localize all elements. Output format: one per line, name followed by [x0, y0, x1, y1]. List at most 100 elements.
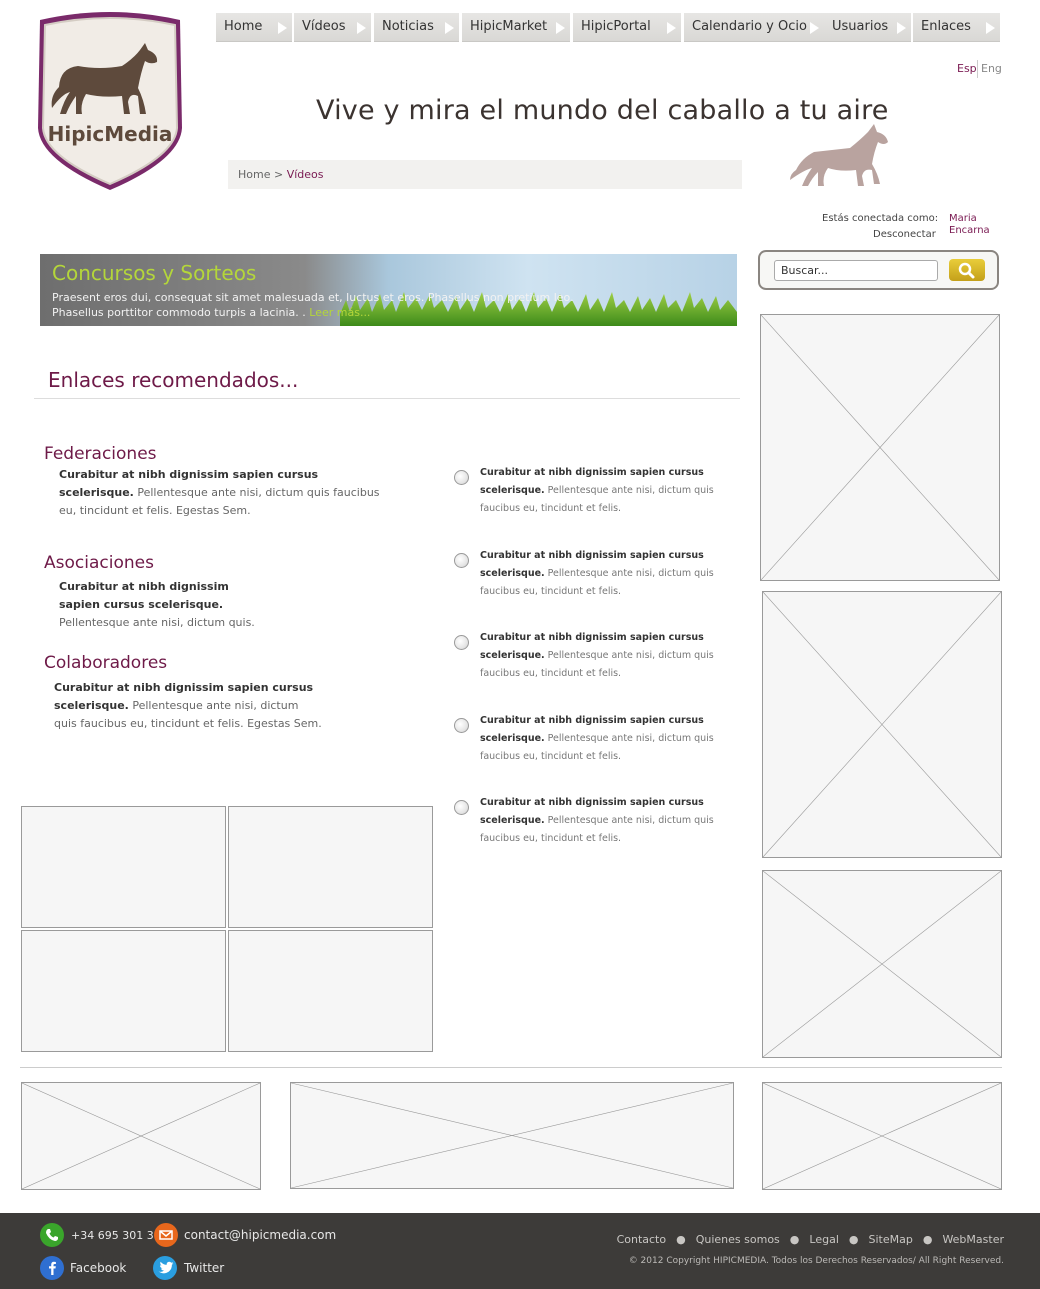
footer: +34 695 301 338 contact@hipicmedia.com F…	[0, 1213, 1040, 1289]
category-bold: Curabitur at nibh dignissim sapien cursu…	[59, 580, 229, 611]
category-text: Curabitur at nibh dignissim sapien cursu…	[59, 466, 389, 520]
list-item-text: Curabitur at nibh dignissim sapien cursu…	[480, 712, 730, 766]
lang-eng-link[interactable]: Eng	[981, 62, 1002, 75]
nav-label: Home	[224, 19, 263, 34]
promo-banner[interactable]: Concursos y Sorteos Praesent eros dui, c…	[40, 254, 737, 326]
nav-arrow-icon	[445, 22, 454, 34]
horse-icon	[790, 124, 888, 186]
radio-bullet-icon[interactable]	[454, 553, 469, 568]
nav-arrow-icon	[897, 22, 906, 34]
session-user[interactable]: Maria Encarna	[949, 213, 999, 237]
nav-item-enlaces[interactable]: Enlaces	[913, 13, 1000, 42]
sidebar-ad-placeholder[interactable]	[760, 314, 1000, 581]
breadcrumb: Home > Vídeos	[228, 160, 742, 189]
nav-label: HipicMarket	[470, 19, 548, 34]
phone-icon	[40, 1223, 64, 1247]
search-icon	[958, 262, 975, 279]
facebook-icon[interactable]	[40, 1256, 64, 1280]
radio-bullet-icon[interactable]	[454, 800, 469, 815]
nav-item-hipicportal[interactable]: HipicPortal	[573, 13, 681, 42]
radio-bullet-icon[interactable]	[454, 470, 469, 485]
gallery-thumbnail[interactable]	[21, 806, 226, 928]
gallery-thumbnail[interactable]	[21, 930, 226, 1052]
search-input[interactable]	[774, 260, 938, 281]
category-body: Pellentesque ante nisi, dictum quis.	[59, 616, 255, 629]
nav-label: Enlaces	[921, 19, 971, 34]
bullet-dot: ●	[922, 1233, 933, 1246]
nav-label: Usuarios	[832, 19, 889, 34]
bottom-banner-placeholder[interactable]	[290, 1082, 734, 1189]
footer-facebook[interactable]: Facebook	[70, 1261, 126, 1275]
banner-text: Praesent eros dui, consequat sit amet ma…	[52, 290, 612, 320]
image-placeholder-icon	[763, 871, 1001, 1057]
divider	[20, 1067, 1002, 1068]
bottom-banner-placeholder[interactable]	[21, 1082, 261, 1190]
nav-arrow-icon	[810, 22, 819, 34]
nav-item-usuarios[interactable]: Usuarios	[824, 13, 911, 42]
image-placeholder-icon	[763, 1083, 1001, 1189]
nav-item-calendario[interactable]: Calendario y Ocio	[684, 13, 824, 42]
logo-text: HipicMedia	[48, 122, 173, 146]
gallery-thumbnail[interactable]	[228, 930, 433, 1052]
nav-arrow-icon	[986, 22, 995, 34]
divider	[34, 398, 740, 399]
sidebar-ad-placeholder[interactable]	[762, 591, 1002, 858]
radio-bullet-icon[interactable]	[454, 718, 469, 733]
nav-item-videos[interactable]: Vídeos	[294, 13, 371, 42]
footer-link-sitemap[interactable]: SiteMap	[868, 1233, 912, 1246]
footer-email[interactable]: contact@hipicmedia.com	[184, 1228, 336, 1242]
nav-label: Calendario y Ocio	[692, 19, 807, 34]
category-title-asociaciones[interactable]: Asociaciones	[44, 553, 154, 573]
list-item-text: Curabitur at nibh dignissim sapien cursu…	[480, 794, 730, 848]
nav-item-noticias[interactable]: Noticias	[374, 13, 459, 42]
nav-arrow-icon	[556, 22, 565, 34]
list-item[interactable]: Curabitur at nibh dignissim sapien cursu…	[454, 797, 734, 858]
footer-link-contacto[interactable]: Contacto	[617, 1233, 667, 1246]
footer-link-quienes-somos[interactable]: Quienes somos	[696, 1233, 780, 1246]
image-placeholder-icon	[291, 1083, 733, 1188]
search-box	[758, 250, 999, 290]
list-item[interactable]: Curabitur at nibh dignissim sapien cursu…	[454, 715, 734, 776]
session-label: Estás conectada como:	[822, 213, 939, 224]
logo[interactable]: HipicMedia	[30, 10, 190, 194]
category-text: Curabitur at nibh dignissim sapien cursu…	[54, 679, 324, 733]
footer-link-webmaster[interactable]: WebMaster	[942, 1233, 1004, 1246]
image-placeholder-icon	[763, 592, 1001, 857]
category-title-colaboradores[interactable]: Colaboradores	[44, 653, 167, 673]
breadcrumb-separator: >	[270, 168, 287, 181]
breadcrumb-current: Vídeos	[286, 168, 324, 181]
category-text: Curabitur at nibh dignissim sapien cursu…	[59, 578, 264, 632]
footer-link-legal[interactable]: Legal	[809, 1233, 838, 1246]
list-item[interactable]: Curabitur at nibh dignissim sapien cursu…	[454, 550, 734, 611]
list-item[interactable]: Curabitur at nibh dignissim sapien cursu…	[454, 467, 734, 528]
list-item-text: Curabitur at nibh dignissim sapien cursu…	[480, 464, 730, 518]
nav-arrow-icon	[667, 22, 676, 34]
sidebar-ad-placeholder[interactable]	[762, 870, 1002, 1058]
gallery-thumbnail[interactable]	[228, 806, 433, 928]
radio-bullet-icon[interactable]	[454, 635, 469, 650]
nav-label: Noticias	[382, 19, 434, 34]
page-title: Enlaces recomendados...	[48, 368, 299, 392]
lang-divider	[977, 60, 978, 78]
copyright: © 2012 Copyright HIPICMEDIA. Todos los D…	[628, 1256, 1004, 1266]
read-more-link[interactable]: Leer más...	[309, 306, 370, 319]
list-item-text: Curabitur at nibh dignissim sapien cursu…	[480, 629, 730, 683]
bottom-banner-placeholder[interactable]	[762, 1082, 1002, 1190]
twitter-icon[interactable]	[153, 1256, 177, 1280]
banner-title: Concursos y Sorteos	[52, 261, 257, 285]
logout-link[interactable]: Desconectar	[873, 229, 936, 240]
category-title-federaciones[interactable]: Federaciones	[44, 444, 157, 464]
list-item[interactable]: Curabitur at nibh dignissim sapien cursu…	[454, 632, 734, 693]
session-info: Estás conectada como: Maria Encarna Desc…	[822, 213, 1002, 245]
nav-arrow-icon	[278, 22, 287, 34]
breadcrumb-home[interactable]: Home	[238, 168, 270, 181]
search-button[interactable]	[949, 259, 985, 281]
bullet-dot: ●	[676, 1233, 686, 1246]
footer-twitter[interactable]: Twitter	[184, 1261, 224, 1275]
nav-item-home[interactable]: Home	[216, 13, 292, 42]
lang-esp-link[interactable]: Esp	[957, 62, 977, 75]
nav-item-hipicmarket[interactable]: HipicMarket	[462, 13, 570, 42]
nav-label: HipicPortal	[581, 19, 651, 34]
nav-arrow-icon	[357, 22, 366, 34]
bullet-dot: ●	[848, 1233, 859, 1246]
